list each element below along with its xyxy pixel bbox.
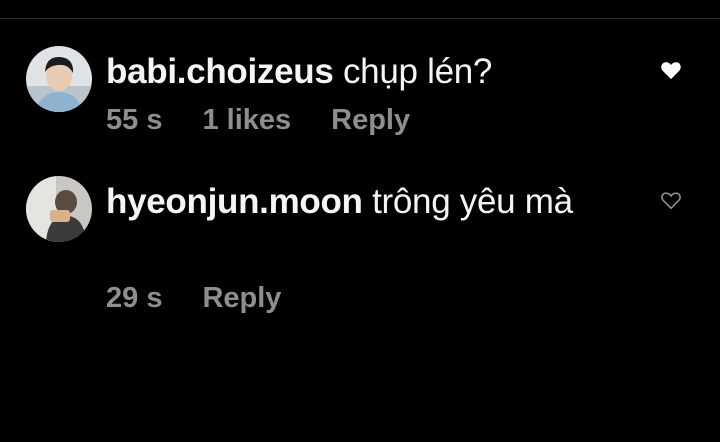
comment-meta: 55 s 1 likes Reply — [106, 104, 410, 137]
like-button[interactable] — [656, 185, 686, 215]
comment-meta: 29 s Reply — [106, 282, 281, 315]
comment-body: trông yêu mà — [372, 182, 573, 221]
heart-filled-icon — [661, 62, 681, 80]
comment-time: 55 s — [106, 104, 163, 136]
avatar[interactable] — [26, 176, 92, 242]
comment-username[interactable]: babi.choizeus — [106, 52, 334, 91]
comment-likes[interactable]: 1 likes — [202, 104, 291, 137]
reply-button[interactable]: Reply — [331, 104, 410, 137]
avatar-image — [26, 176, 92, 242]
comment-body: chụp lén? — [342, 52, 493, 91]
top-divider — [0, 18, 720, 19]
comment-time: 29 s — [106, 282, 163, 314]
avatar[interactable] — [26, 46, 92, 112]
reply-button[interactable]: Reply — [202, 282, 281, 315]
comment-username[interactable]: hyeonjun.moon — [106, 182, 363, 221]
avatar-image — [26, 46, 92, 112]
comment-text: hyeonjun.moon trông yêu mà — [106, 180, 586, 224]
like-button[interactable] — [656, 55, 686, 85]
comment-text: babi.choizeus chụp lén? — [106, 50, 626, 94]
heart-outline-icon — [661, 192, 681, 210]
